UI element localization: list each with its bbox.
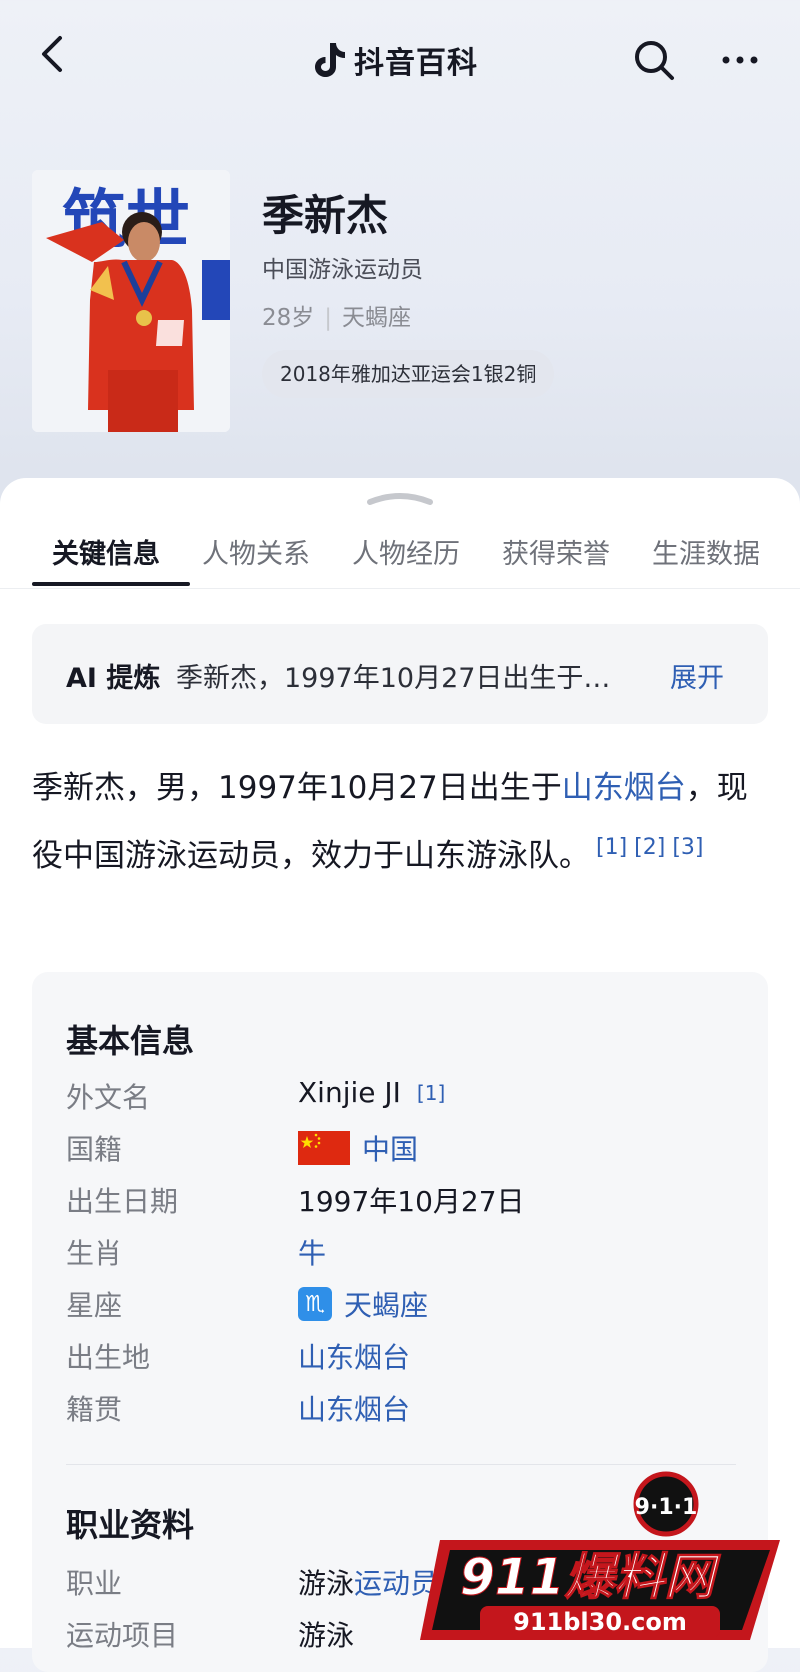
row-value: Xinjie JI [1] xyxy=(298,1076,445,1109)
row-foreign-name: 外文名 Xinjie JI [1] xyxy=(66,1076,746,1116)
row-label: 出生日期 xyxy=(66,1185,179,1218)
person-meta: 28岁 | 天蝎座 xyxy=(262,298,411,332)
meta-divider: | xyxy=(324,305,333,331)
tab-key-info[interactable]: 关键信息 xyxy=(52,532,160,571)
ai-summary-label: AI 提炼 xyxy=(66,663,161,694)
brand-name: 抖音百科 xyxy=(354,46,478,81)
person-age: 28岁 xyxy=(262,305,315,331)
row-label: 运动项目 xyxy=(66,1619,179,1652)
career-info-title: 职业资料 xyxy=(66,1506,195,1544)
foreign-name-value: Xinjie JI xyxy=(298,1076,401,1109)
occupation-plain: 游泳 xyxy=(298,1567,355,1600)
row-birthplace: 出生地 山东烟台 xyxy=(66,1336,746,1376)
person-name: 季新杰 xyxy=(262,191,389,240)
row-label: 生肖 xyxy=(66,1237,123,1270)
tab-relationships[interactable]: 人物关系 xyxy=(202,532,310,571)
top-bar: 抖音百科 xyxy=(0,20,800,100)
row-label: 外文名 xyxy=(66,1081,151,1114)
star-sign-link[interactable]: 天蝎座 xyxy=(344,1284,428,1324)
person-subtitle: 中国游泳运动员 xyxy=(262,257,423,283)
basic-info-title: 基本信息 xyxy=(66,1022,195,1060)
row-value: 游泳 运动员 xyxy=(298,1562,438,1602)
row-label: 国籍 xyxy=(66,1133,123,1166)
douyin-logo-icon xyxy=(315,43,345,77)
row-birth-date: 出生日期 1997年10月27日 xyxy=(66,1180,746,1220)
row-native-place: 籍贯 山东烟台 xyxy=(66,1388,746,1428)
ai-expand-button[interactable]: 展开 xyxy=(670,656,724,695)
birth-date-value: 1997年10月27日 xyxy=(298,1185,525,1218)
watermark-title: 911爆料网 xyxy=(460,1548,721,1606)
watermark-badge: 9·1·1 xyxy=(635,1495,698,1520)
brand: 抖音百科 xyxy=(312,40,478,81)
intro-link-yantai[interactable]: 山东烟台 xyxy=(562,770,686,806)
birthplace-link[interactable]: 山东烟台 xyxy=(298,1336,410,1376)
row-label: 职业 xyxy=(66,1567,123,1600)
profile-photo[interactable]: 筑世 xyxy=(32,170,230,432)
row-star-sign: 星座 ♏ 天蝎座 xyxy=(66,1284,746,1324)
watermark-url: 911bl30.com xyxy=(513,1608,687,1636)
intro-paragraph: 季新杰，男，1997年10月27日出生于山东烟台，现役中国游泳运动员，效力于山东… xyxy=(32,758,752,886)
intro-text-1: 季新杰，男，1997年10月27日出生于 xyxy=(32,770,562,806)
search-icon[interactable] xyxy=(630,36,678,84)
more-icon[interactable] xyxy=(716,36,764,84)
section-divider xyxy=(66,1464,736,1465)
native-place-link[interactable]: 山东烟台 xyxy=(298,1388,410,1428)
chinese-zodiac-link[interactable]: 牛 xyxy=(298,1232,326,1272)
sport-value: 游泳 xyxy=(298,1619,355,1652)
intro-references[interactable]: [1] [2] [3] xyxy=(596,835,703,860)
row-value: 中国 xyxy=(298,1128,418,1168)
row-label: 星座 xyxy=(66,1289,123,1322)
tab-bar: 关键信息 人物关系 人物经历 获得荣誉 生涯数据 xyxy=(0,524,800,589)
row-label: 出生地 xyxy=(66,1341,151,1374)
tab-career-data[interactable]: 生涯数据 xyxy=(652,532,760,571)
back-arrow-icon[interactable] xyxy=(34,34,74,74)
scorpio-icon: ♏ xyxy=(298,1287,332,1321)
row-chinese-zodiac: 生肖 牛 xyxy=(66,1232,746,1272)
row-value: ♏ 天蝎座 xyxy=(298,1284,428,1324)
foreign-name-ref[interactable]: [1] xyxy=(417,1081,445,1105)
china-flag-icon xyxy=(298,1131,350,1165)
watermark-logo: 9·1·1 911爆料网 911bl30.com xyxy=(420,1471,780,1640)
achievement-badge[interactable]: 2018年雅加达亚运会1银2铜 xyxy=(262,350,555,398)
active-tab-indicator xyxy=(32,582,190,586)
person-zodiac: 天蝎座 xyxy=(342,305,412,331)
ai-summary-box[interactable]: AI 提炼 季新杰，1997年10月27日出生于… 展开 xyxy=(32,624,768,724)
nationality-link[interactable]: 中国 xyxy=(362,1128,418,1168)
tab-experience[interactable]: 人物经历 xyxy=(352,532,460,571)
tab-honors[interactable]: 获得荣誉 xyxy=(502,532,610,571)
row-nationality: 国籍 中国 xyxy=(66,1128,746,1168)
sheet-drag-handle[interactable] xyxy=(366,488,434,506)
ai-summary-text: 季新杰，1997年10月27日出生于… xyxy=(176,663,611,694)
row-label: 籍贯 xyxy=(66,1393,123,1426)
